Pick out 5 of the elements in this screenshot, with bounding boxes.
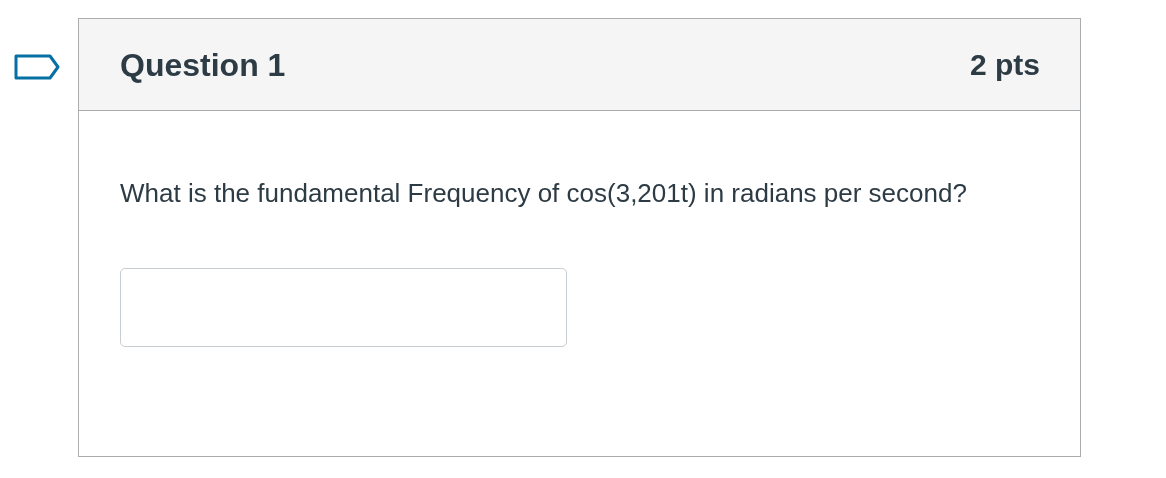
question-text: What is the fundamental Frequency of cos(3,201t) in radians per second? [120, 177, 968, 210]
points-label: 2 pts [969, 47, 1040, 83]
answer-field[interactable] [120, 268, 567, 347]
flag-icon[interactable] [14, 54, 60, 80]
question-title: Question 1 [120, 45, 286, 85]
